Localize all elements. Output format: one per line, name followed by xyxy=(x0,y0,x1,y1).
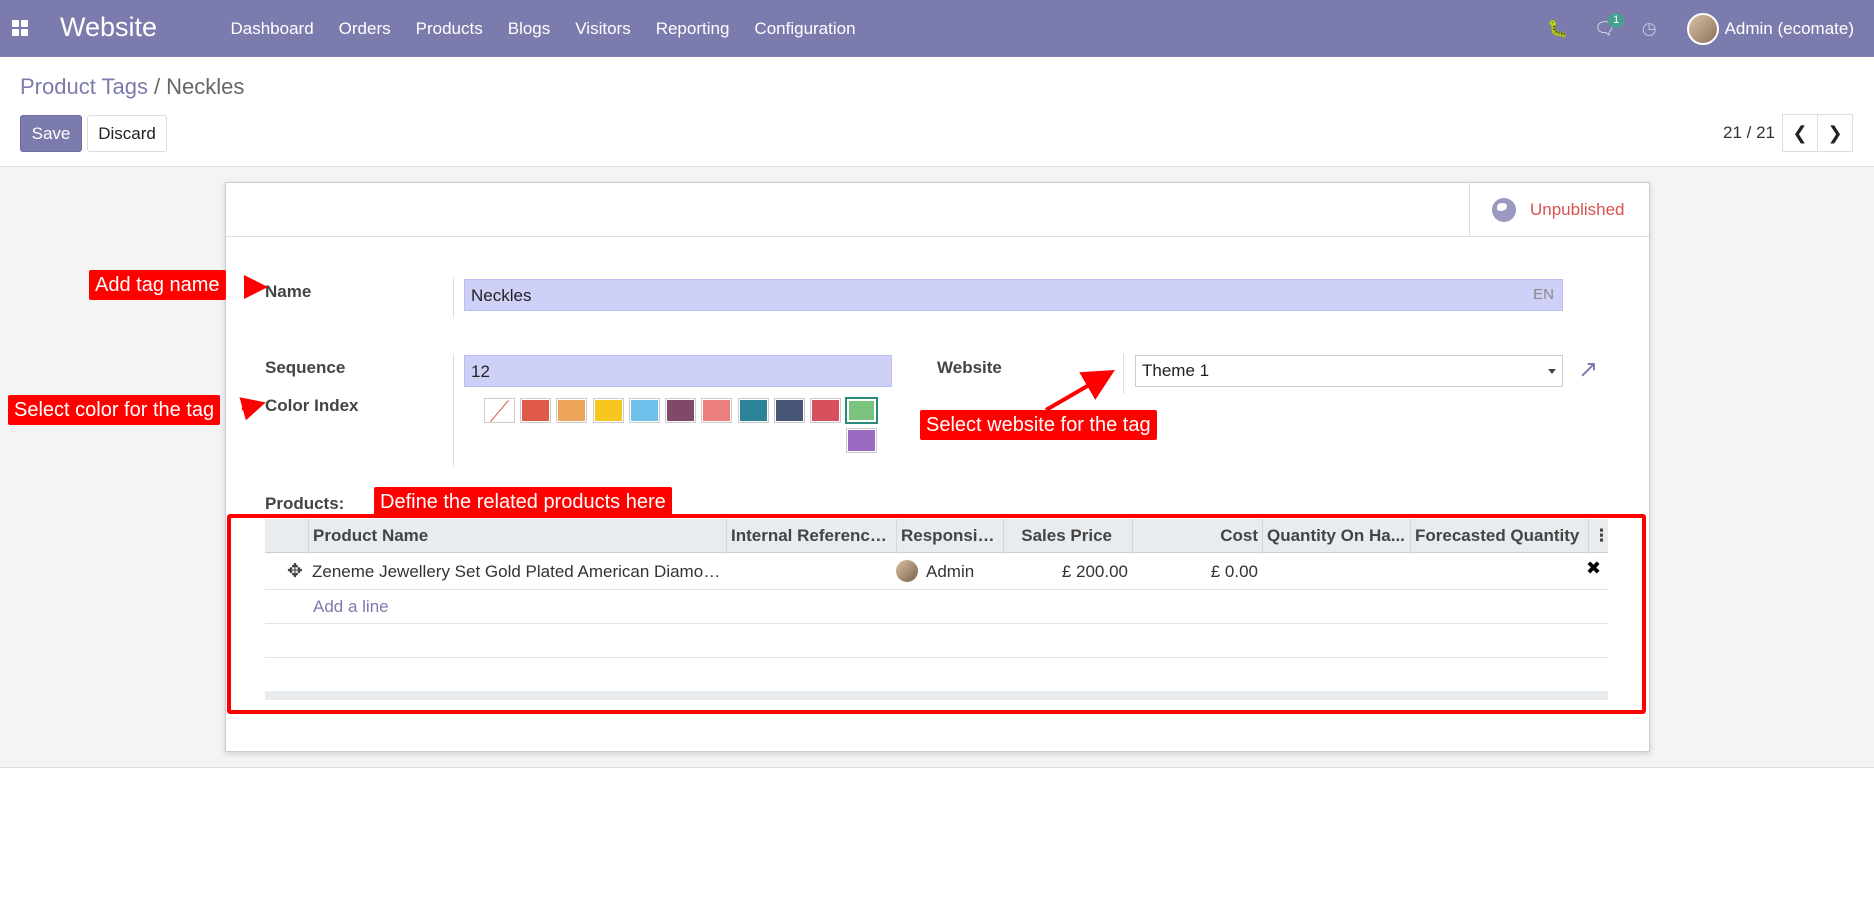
chat-count-badge: 1 xyxy=(1608,12,1625,28)
apps-grid-icon[interactable] xyxy=(12,20,28,36)
app-brand[interactable]: Website xyxy=(60,12,157,43)
color-swatch-green[interactable] xyxy=(845,397,878,424)
color-swatch-violet[interactable] xyxy=(846,428,877,453)
external-link-icon[interactable]: ↗ xyxy=(1578,355,1598,384)
discard-button[interactable]: Discard xyxy=(87,115,167,152)
color-swatch-dark-blue[interactable] xyxy=(774,398,805,423)
menu-item-dashboard[interactable]: Dashboard xyxy=(231,19,314,39)
menu-item-reporting[interactable]: Reporting xyxy=(656,19,730,39)
chevron-right-icon: ❯ xyxy=(1827,122,1843,143)
menu-item-visitors[interactable]: Visitors xyxy=(575,19,630,39)
user-menu[interactable]: Admin (ecomate) xyxy=(1725,19,1854,39)
top-navbar: Website Dashboard Orders Products Blogs … xyxy=(0,0,1874,57)
menu-item-products[interactable]: Products xyxy=(416,19,483,39)
products-highlight-box xyxy=(227,514,1646,714)
menu-item-blogs[interactable]: Blogs xyxy=(508,19,551,39)
sequence-input[interactable]: 12 xyxy=(464,355,892,387)
color-swatch-salmon[interactable] xyxy=(701,398,732,423)
pager-next-button[interactable]: ❯ xyxy=(1817,114,1853,152)
field-separator xyxy=(453,354,454,466)
save-button[interactable]: Save xyxy=(20,115,82,152)
color-swatch-none[interactable] xyxy=(484,398,515,423)
publish-toggle-button[interactable]: Unpublished xyxy=(1469,183,1649,237)
website-value: Theme 1 xyxy=(1142,361,1210,380)
main-menu: Dashboard Orders Products Blogs Visitors… xyxy=(218,0,868,57)
systray: 🐛 🗨 1 ◷ Admin (ecomate) xyxy=(1521,0,1854,57)
breadcrumb-parent[interactable]: Product Tags xyxy=(20,74,148,99)
color-swatch-purple[interactable] xyxy=(665,398,696,423)
menu-item-configuration[interactable]: Configuration xyxy=(754,19,855,39)
color-swatch-red[interactable] xyxy=(520,398,551,423)
field-separator xyxy=(453,278,454,318)
color-index-label: Color Index xyxy=(265,396,359,415)
menu-item-orders[interactable]: Orders xyxy=(339,19,391,39)
field-separator xyxy=(1123,354,1124,394)
chevron-left-icon: ❮ xyxy=(1792,122,1808,143)
color-swatch-teal[interactable] xyxy=(738,398,769,423)
annotation-tag-name: Add tag name xyxy=(89,270,226,300)
publish-status: Unpublished xyxy=(1530,200,1625,219)
name-value: Neckles xyxy=(471,286,532,305)
breadcrumb: Product Tags / Neckles xyxy=(20,74,244,100)
annotation-products: Define the related products here xyxy=(374,487,672,517)
color-swatch-yellow[interactable] xyxy=(593,398,624,423)
name-input[interactable]: Neckles EN xyxy=(464,279,1563,311)
sequence-label: Sequence xyxy=(265,358,346,377)
annotation-color: Select color for the tag xyxy=(8,395,221,425)
breadcrumb-separator: / xyxy=(154,74,161,99)
button-box: Unpublished xyxy=(226,183,1649,237)
sequence-value: 12 xyxy=(471,362,490,381)
globe-icon xyxy=(1492,198,1516,222)
pager-value[interactable]: 21 / 21 xyxy=(1723,123,1775,143)
chat-icon[interactable]: 🗨 1 xyxy=(1594,12,1625,39)
bug-icon[interactable]: 🐛 xyxy=(1547,19,1568,39)
language-button[interactable]: EN xyxy=(1533,285,1554,305)
website-label: Website xyxy=(937,358,1002,377)
color-swatch-light-blue[interactable] xyxy=(629,398,660,423)
user-avatar[interactable] xyxy=(1686,12,1719,45)
caret-down-icon xyxy=(1548,369,1556,374)
website-select[interactable]: Theme 1 xyxy=(1135,355,1563,387)
clock-icon[interactable]: ◷ xyxy=(1642,19,1657,39)
name-label: Name xyxy=(265,282,312,301)
pager-previous-button[interactable]: ❮ xyxy=(1782,114,1818,152)
breadcrumb-current: Neckles xyxy=(166,74,245,99)
products-label: Products: xyxy=(265,494,345,513)
color-swatch-orange[interactable] xyxy=(556,398,587,423)
color-swatch-fuchsia[interactable] xyxy=(810,398,841,423)
annotation-website: Select website for the tag xyxy=(920,410,1157,440)
